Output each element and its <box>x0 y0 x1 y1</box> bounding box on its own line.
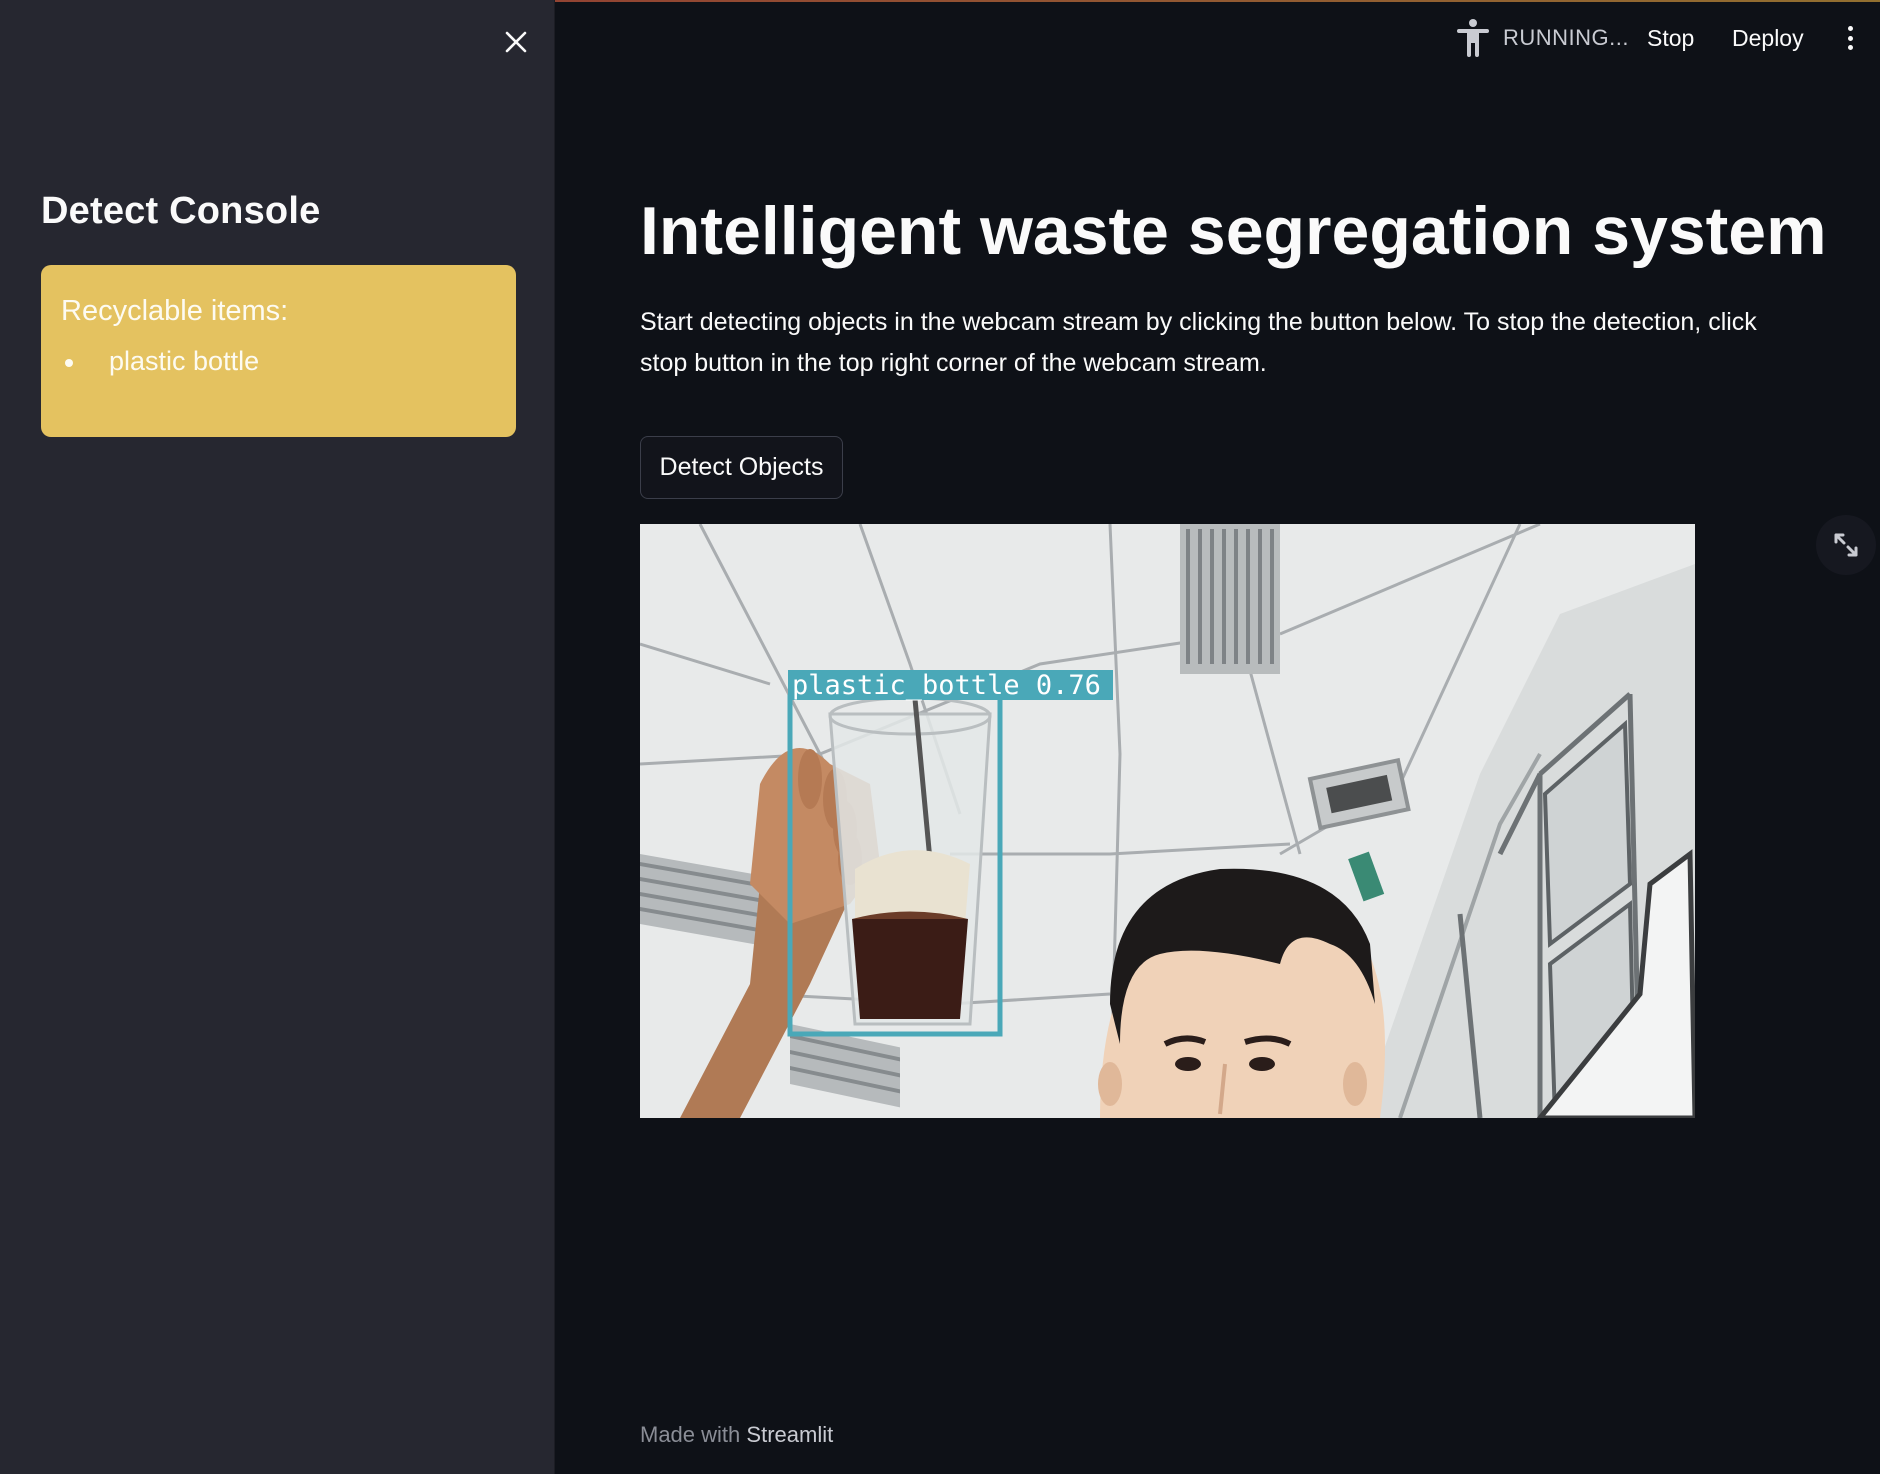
running-person-icon <box>1457 19 1489 57</box>
kebab-menu-icon-dot <box>1847 35 1853 41</box>
streamlit-link[interactable]: Streamlit <box>746 1422 833 1447</box>
app-header: RUNNING... Stop Deploy <box>555 0 1880 76</box>
page-description: Start detecting objects in the webcam st… <box>640 308 1757 377</box>
footer-prefix: Made with <box>640 1422 741 1447</box>
alert-title: Recyclable items: <box>61 295 289 327</box>
close-sidebar-button[interactable] <box>496 22 536 62</box>
sidebar-title: Detect Console <box>41 190 321 232</box>
running-status-text: RUNNING... <box>1503 25 1629 50</box>
recyclable-list: plastic bottle <box>61 346 496 377</box>
kebab-menu-icon <box>1847 26 1853 31</box>
page-title: Intelligent waste segregation system <box>640 193 1827 269</box>
close-icon <box>505 31 527 53</box>
deploy-button[interactable]: Deploy <box>1732 18 1804 58</box>
main-menu-button[interactable] <box>1838 22 1862 54</box>
recyclable-alert: Recyclable items: plastic bottle <box>41 265 516 437</box>
sidebar: Detect Console Recyclable items: plastic… <box>0 0 555 1474</box>
list-item: plastic bottle <box>61 346 496 377</box>
fullscreen-button[interactable] <box>1816 515 1876 575</box>
footer: Made with Streamlit <box>640 1422 833 1448</box>
webcam-scene-image: plastic_bottle 0.76 <box>640 524 1695 1118</box>
expand-icon <box>1834 533 1858 557</box>
kebab-menu-icon-dot <box>1847 45 1853 50</box>
detect-objects-button[interactable]: Detect Objects <box>640 436 843 499</box>
detection-label: plastic_bottle 0.76 <box>792 670 1101 701</box>
stop-button[interactable]: Stop <box>1647 18 1694 58</box>
running-status: RUNNING... <box>1455 18 1629 58</box>
webcam-stream-frame: plastic_bottle 0.76 <box>640 524 1695 1118</box>
